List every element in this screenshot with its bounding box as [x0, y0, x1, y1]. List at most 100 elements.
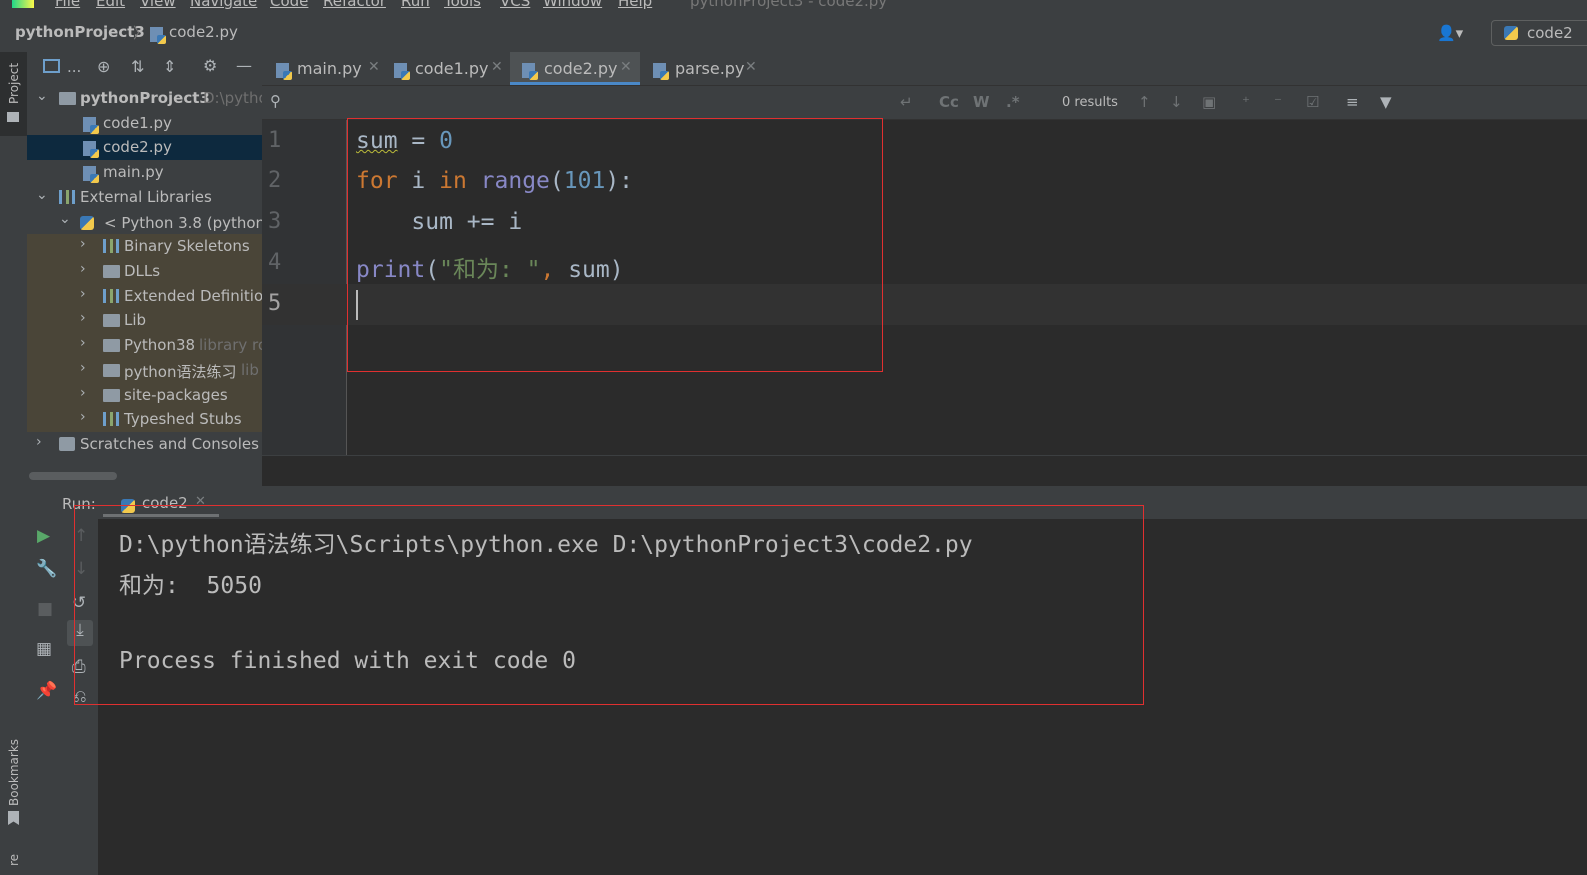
tab-main-py[interactable]: main.py ✕	[270, 52, 385, 85]
menu-refactor[interactable]: Refactor	[323, 0, 386, 10]
new-line-icon[interactable]: ↵	[900, 93, 913, 111]
regex-toggle[interactable]: .*	[1006, 93, 1020, 111]
pycharm-logo-icon	[12, 0, 34, 8]
add-occurrence-icon[interactable]: ⁺	[1242, 93, 1250, 111]
tree-item-label: pythonProject3	[80, 89, 210, 107]
chevron-down-icon[interactable]: ⌄	[36, 88, 48, 104]
menu-tools[interactable]: Tools	[444, 0, 481, 10]
close-icon[interactable]: ✕	[620, 59, 632, 75]
filter-options-icon[interactable]: ≡	[1346, 93, 1359, 111]
tree-item-dlls[interactable]: › DLLs	[27, 259, 262, 284]
tree-item-hint: lib	[241, 361, 259, 379]
tree-item-site-packages[interactable]: › site-packages	[27, 383, 262, 408]
run-configuration-selector[interactable]: code2	[1491, 20, 1587, 46]
project-panel-toolbar: ... ⊕ ⇅ ⇕ ⚙ —	[27, 52, 262, 86]
chevron-down-icon[interactable]: ⌄	[59, 211, 71, 227]
tree-item-label: Scratches and Consoles	[80, 435, 259, 453]
previous-occurrence-icon[interactable]: ↑	[1138, 93, 1151, 111]
chevron-down-icon[interactable]: ⌄	[36, 187, 48, 203]
tree-item-typeshed-stubs[interactable]: › Typeshed Stubs	[27, 407, 262, 432]
tab-code1-py[interactable]: code1.py ✕	[388, 52, 508, 85]
chevron-right-icon[interactable]: ›	[80, 236, 86, 252]
chevron-right-icon[interactable]: ›	[36, 434, 42, 450]
library-icon	[103, 239, 119, 253]
menu-view[interactable]: View	[140, 0, 176, 10]
tree-item-lib[interactable]: › Lib	[27, 308, 262, 333]
close-icon[interactable]: ✕	[745, 59, 757, 75]
filter-funnel-icon[interactable]: ▼	[1380, 93, 1392, 111]
remove-occurrence-icon[interactable]: ⁻	[1274, 93, 1282, 111]
menu-code[interactable]: Code	[270, 0, 308, 10]
expand-all-icon[interactable]: ⇅	[131, 57, 144, 76]
tree-item-scratches[interactable]: › Scratches and Consoles	[27, 432, 262, 457]
annotation-highlight-box	[74, 505, 1144, 705]
tree-item-code1[interactable]: code1.py	[27, 111, 262, 136]
scratches-icon	[59, 437, 75, 451]
tab-code2-py[interactable]: code2.py ✕	[510, 52, 640, 85]
tree-item-extended-definitions[interactable]: › Extended Definitions	[27, 284, 262, 309]
breadcrumb-separator: 〉	[133, 24, 149, 42]
breadcrumb-project[interactable]: pythonProject3	[15, 23, 145, 41]
wrench-icon[interactable]: 🔧	[36, 559, 57, 579]
rerun-play-icon[interactable]: ▶	[37, 526, 50, 546]
project-tool-window-button[interactable]: Project	[0, 52, 27, 136]
bookmarks-tool-label[interactable]: Bookmarks	[7, 739, 21, 806]
locate-file-icon[interactable]: ⊕	[97, 57, 110, 76]
tree-item-label: Python38	[124, 336, 196, 354]
tree-item-python38[interactable]: › Python38 library ro	[27, 333, 262, 358]
next-occurrence-icon[interactable]: ↓	[1170, 93, 1183, 111]
library-icon	[103, 412, 119, 426]
chevron-right-icon[interactable]: ›	[80, 310, 86, 326]
tree-item-label: python语法练习	[124, 363, 237, 381]
user-account-icon[interactable]: 👤▾	[1437, 24, 1463, 42]
menu-navigate[interactable]: Navigate	[190, 0, 257, 10]
chevron-right-icon[interactable]: ›	[80, 335, 86, 351]
stop-icon[interactable]: ■	[37, 599, 53, 619]
folder-icon	[59, 92, 76, 105]
tree-item-python-sdk[interactable]: ⌄ < Python 3.8 (python语	[27, 209, 262, 234]
menu-edit[interactable]: Edit	[96, 0, 125, 10]
search-icon[interactable]: ⚲	[270, 92, 281, 110]
tree-item-project-root[interactable]: ⌄ pythonProject3 D:\pytho	[27, 86, 262, 111]
settings-gear-icon[interactable]: ⚙	[203, 56, 217, 75]
library-icon	[103, 289, 119, 303]
close-icon[interactable]: ✕	[368, 59, 380, 75]
match-case-toggle[interactable]: Cc	[939, 93, 959, 111]
menu-run[interactable]: Run	[401, 0, 430, 10]
menu-help[interactable]: Help	[618, 0, 652, 10]
view-selector-ellipsis[interactable]: ...	[67, 58, 81, 76]
horizontal-scrollbar[interactable]	[29, 472, 117, 480]
chevron-right-icon[interactable]: ›	[80, 360, 86, 376]
chevron-right-icon[interactable]: ›	[80, 286, 86, 302]
chevron-right-icon[interactable]: ›	[80, 409, 86, 425]
select-all-icon[interactable]: ☑	[1306, 93, 1319, 111]
hide-panel-icon[interactable]: —	[236, 56, 252, 75]
tree-item-external-libraries[interactable]: ⌄ External Libraries	[27, 185, 262, 210]
tree-item-hint: library ro	[199, 336, 262, 354]
menu-window[interactable]: Window	[543, 0, 602, 10]
project-view-icon[interactable]	[43, 59, 60, 73]
tab-parse-py[interactable]: parse.py ✕	[644, 52, 764, 85]
editor-tab-bar: main.py ✕ code1.py ✕ code2.py ✕ parse.py…	[262, 52, 1587, 86]
collapse-all-icon[interactable]: ⇕	[163, 57, 176, 76]
menu-vcs[interactable]: VCS	[500, 0, 530, 10]
folder-icon	[7, 112, 19, 122]
tree-item-code2[interactable]: code2.py	[27, 135, 262, 160]
select-all-occurrences-icon[interactable]: ▣	[1202, 93, 1216, 111]
folder-icon	[103, 339, 120, 352]
run-toolbar-primary: ▶ 🔧 ■ ▦ 📌	[27, 519, 62, 875]
tree-item-main[interactable]: main.py	[27, 160, 262, 185]
pin-icon[interactable]: 📌	[36, 681, 57, 701]
menu-file[interactable]: File	[55, 0, 80, 10]
words-toggle[interactable]: W	[973, 93, 990, 111]
breadcrumb-file[interactable]: code2.py	[169, 23, 238, 41]
tree-item-label: < Python 3.8 (python语	[104, 214, 262, 232]
chevron-right-icon[interactable]: ›	[80, 261, 86, 277]
close-icon[interactable]: ✕	[491, 59, 503, 75]
structure-tool-label[interactable]: re	[7, 854, 21, 866]
line-number: 2	[268, 168, 282, 193]
chevron-right-icon[interactable]: ›	[80, 385, 86, 401]
tree-item-python-venv[interactable]: › python语法练习 lib	[27, 358, 262, 383]
layout-icon[interactable]: ▦	[36, 639, 52, 659]
tree-item-binary-skeletons[interactable]: › Binary Skeletons	[27, 234, 262, 259]
